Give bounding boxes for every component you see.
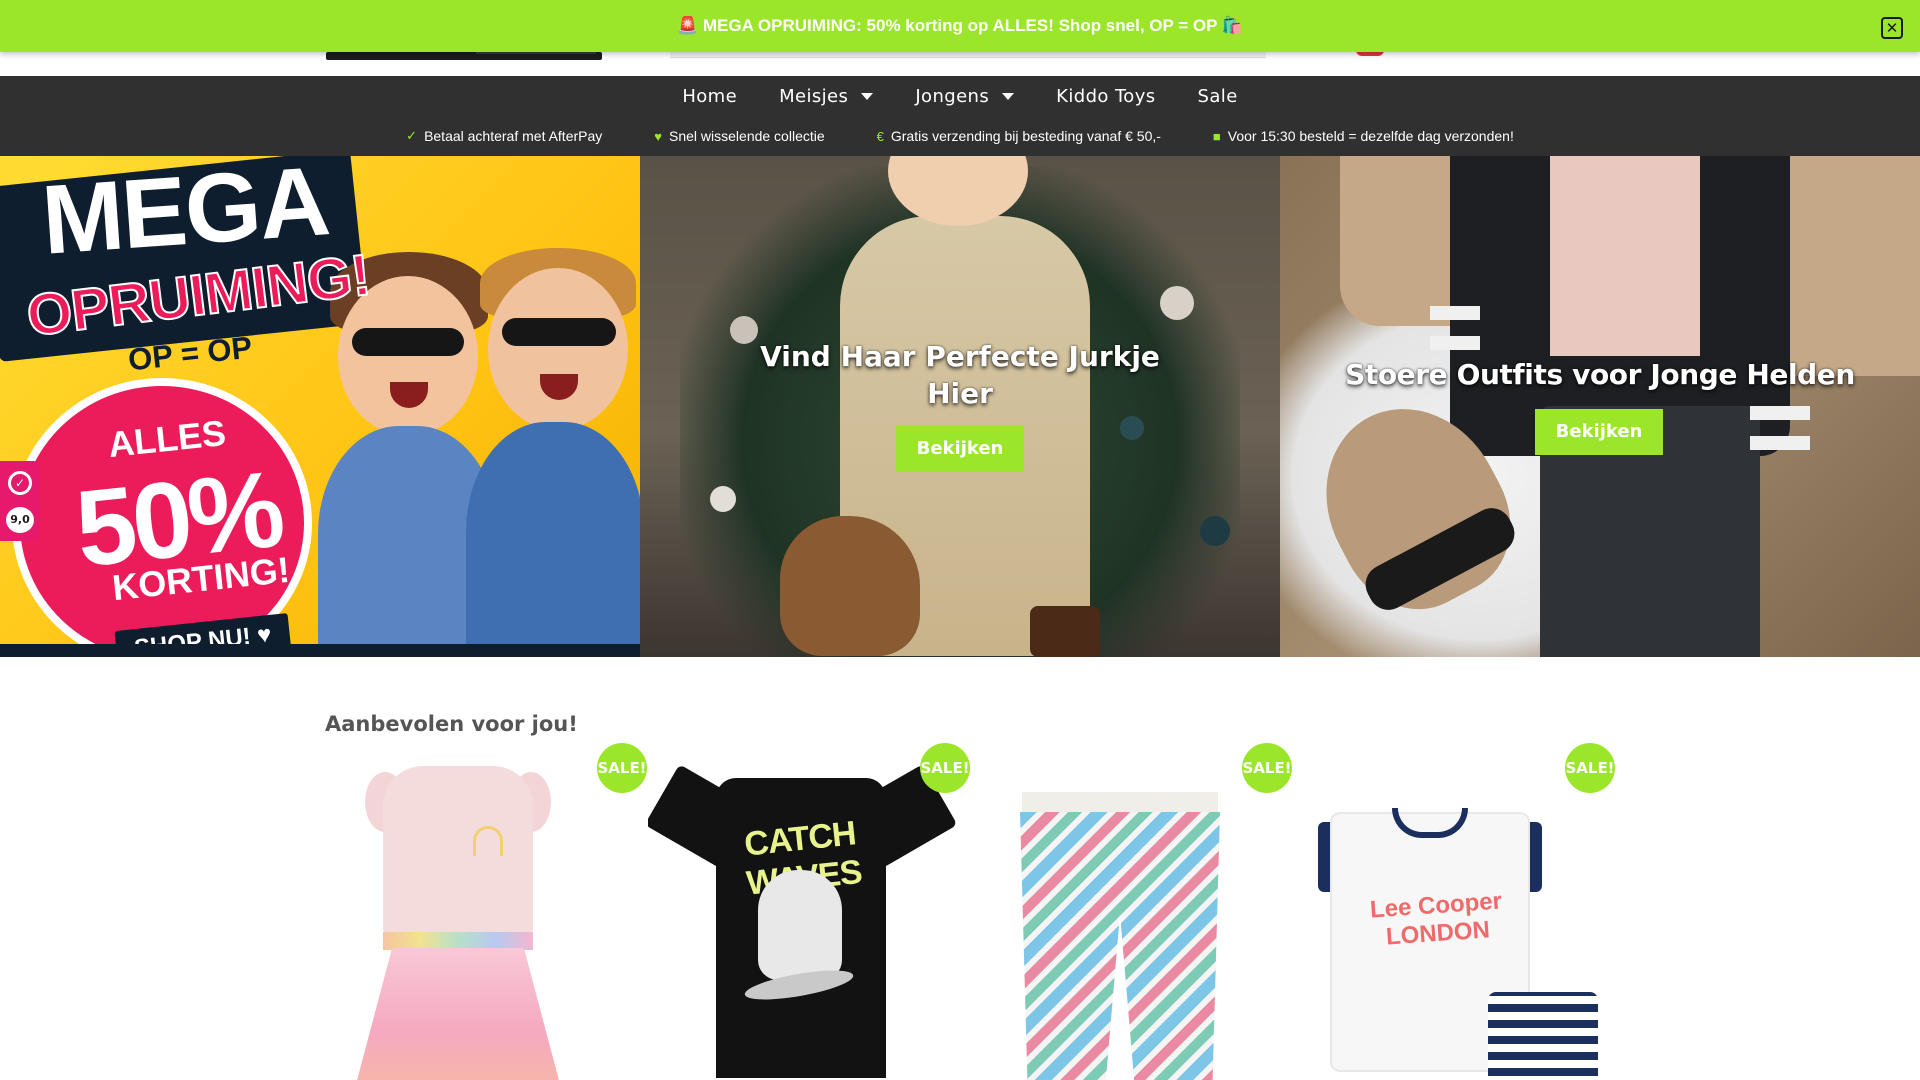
heart-icon: ♥ (654, 128, 662, 144)
promo-bar: 🚨 MEGA OPRUIMING: 50% korting op ALLES! … (0, 0, 1920, 52)
product-card[interactable]: CATCH WAVES (648, 742, 968, 1080)
ornament (1160, 286, 1194, 320)
check-icon: ✓ (406, 128, 418, 143)
nav-item-label: Kiddo Toys (1056, 85, 1156, 107)
hero-boys-panel (1280, 156, 1920, 657)
sale-badge: SALE! (1242, 743, 1292, 793)
review-score: 9,0 (6, 507, 34, 533)
sunglasses (502, 318, 616, 346)
boys-view-button[interactable]: Bekijken (1535, 409, 1663, 455)
ornament (710, 486, 736, 512)
review-badge[interactable]: ✓ 9,0 (0, 461, 40, 541)
usp-item-collection: ♥ Snel wisselende collectie (654, 128, 824, 144)
ornament (730, 316, 758, 344)
hero-girls-title: Vind Haar Perfecte Jurkje Hier (760, 340, 1160, 410)
jacket-stripe (1750, 406, 1810, 420)
jacket-stripe (1750, 436, 1810, 450)
product-card[interactable] (325, 742, 645, 1080)
nav-item-label: Home (682, 85, 738, 107)
ornament (1120, 416, 1144, 440)
sunglasses (352, 328, 464, 356)
hero-boys-title: Stoere Outfits voor Jonge Helden (1345, 358, 1855, 391)
nav-item-label: Meisjes (779, 85, 849, 107)
graphic-shirt (1550, 156, 1700, 356)
truck-icon: ■ (1212, 128, 1221, 144)
usp-bar: ✓ Betaal achteraf met AfterPay ♥ Snel wi… (0, 116, 1920, 156)
jacket-stripe (1430, 306, 1480, 320)
main-nav: Home Meisjes Jongens Kiddo Toys Sale (0, 76, 1920, 116)
sale-badge: SALE! (1565, 743, 1615, 793)
girls-view-button[interactable]: Bekijken (896, 426, 1024, 472)
nav-item-label: Jongens (915, 85, 990, 107)
rainbow-icon (473, 826, 503, 856)
ornament (1200, 516, 1230, 546)
nav-item-jongens[interactable]: Jongens (894, 76, 1035, 116)
usp-item-same-day: ■ Voor 15:30 besteld = dezelfde dag verz… (1213, 128, 1514, 144)
banner-footer-strip (0, 644, 640, 657)
usp-label: Snel wisselende collectie (669, 128, 825, 144)
promo-text: 🚨 MEGA OPRUIMING: 50% korting op ALLES! … (676, 16, 1244, 35)
product-card[interactable]: Lee Cooper LONDON (1292, 742, 1612, 1080)
euro-icon: € (876, 128, 884, 144)
product-card[interactable] (970, 742, 1290, 1080)
usp-item-afterpay: ✓ Betaal achteraf met AfterPay (406, 128, 602, 144)
plush-toy (780, 516, 920, 656)
dress-waistband (383, 932, 533, 950)
nav-item-label: Sale (1197, 85, 1238, 107)
sale-badge: SALE! (920, 743, 970, 793)
review-logo-icon: ✓ (8, 471, 32, 495)
dress-skirt (355, 948, 561, 1080)
caret-down-icon (861, 92, 874, 100)
jacket-stripe (1430, 336, 1480, 350)
nav-item-sale[interactable]: Sale (1177, 76, 1259, 116)
dress-top (383, 766, 533, 936)
usp-label: Gratis verzending bij besteding vanaf € … (890, 128, 1161, 144)
striped-shorts (1488, 992, 1598, 1080)
zigzag-leggings (1020, 812, 1220, 1080)
close-icon[interactable]: ✕ (1881, 17, 1903, 39)
usp-item-free-shipping: € Gratis verzending bij besteding vanaf … (877, 128, 1161, 144)
shirt-print-text: Lee Cooper LONDON (1369, 887, 1503, 951)
boy-jacket (466, 422, 640, 657)
nav-item-kiddo-toys[interactable]: Kiddo Toys (1035, 76, 1176, 116)
boy-face (488, 268, 628, 430)
recommended-title: Aanbevolen voor jou! (325, 712, 578, 736)
usp-label: Betaal achteraf met AfterPay (424, 128, 603, 144)
caret-down-icon (1002, 92, 1015, 100)
usp-label: Voor 15:30 besteld = dezelfde dag verzon… (1227, 128, 1514, 144)
boot (1030, 606, 1100, 657)
page: 🚨 MEGA OPRUIMING: 50% korting op ALLES! … (0, 0, 1920, 1080)
sale-badge: SALE! (597, 743, 647, 793)
astronaut-graphic (758, 870, 842, 980)
nav-item-meisjes[interactable]: Meisjes (758, 76, 894, 116)
nav-item-home[interactable]: Home (661, 76, 758, 116)
hero-sale-banner[interactable]: MEGA OPRUIMING! OP = OP ALLES 50% KORTIN… (0, 156, 640, 657)
